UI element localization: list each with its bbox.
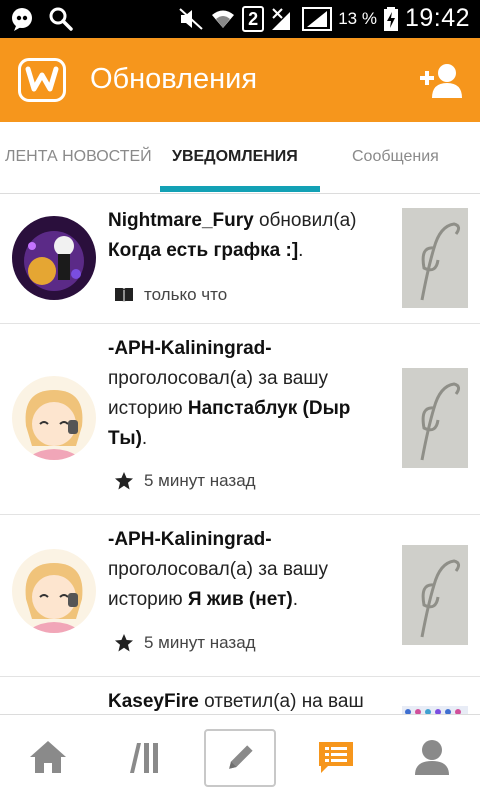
app-bar: Обновления [0, 38, 480, 122]
nav-write[interactable] [204, 729, 276, 787]
story-cover-thumbnail[interactable] [402, 368, 468, 468]
avatar[interactable] [12, 549, 96, 633]
signal-icon [302, 6, 333, 31]
clock: 19:42 [404, 4, 470, 32]
username-link[interactable]: -APH-Kaliningrad- [108, 338, 272, 359]
notification-text: -APH-Kaliningrad- проголосовал(а) за ваш… [108, 338, 351, 449]
story-cover-thumbnail[interactable] [402, 208, 468, 308]
notification-meta: 5 минут назад [114, 633, 256, 653]
nav-home[interactable] [20, 729, 76, 785]
sim-badge: 2 [242, 5, 265, 32]
bottom-nav [0, 714, 480, 800]
nav-library[interactable] [116, 729, 172, 785]
avatar[interactable] [12, 216, 96, 300]
active-tab-indicator [160, 186, 320, 192]
tab-notifications[interactable]: УВЕДОМЛЕНИЯ [172, 148, 298, 166]
username-link[interactable]: -APH-Kaliningrad- [108, 529, 272, 550]
star-icon [115, 472, 133, 490]
tab-news-feed[interactable]: ЛЕНТА НОВОСТЕЙ [5, 148, 152, 166]
timestamp: 5 минут назад [144, 633, 256, 652]
username-link[interactable]: Nightmare_Fury [108, 210, 254, 231]
star-icon [115, 634, 133, 652]
username-link[interactable]: KaseyFire [108, 691, 199, 712]
timestamp: 5 минут назад [144, 471, 256, 490]
notification-meta: только что [114, 285, 227, 305]
story-cover-thumbnail[interactable] [402, 545, 468, 645]
book-icon [115, 288, 133, 303]
tab-bar: ЛЕНТА НОВОСТЕЙ УВЕДОМЛЕНИЯ Сообщения [0, 122, 480, 194]
nav-profile[interactable] [404, 729, 460, 785]
chat-bubble-icon [12, 8, 32, 31]
notification-text: KaseyFire ответил(а) на ваш [108, 691, 364, 712]
list-item[interactable]: Nightmare_Fury обновил(а) Когда есть гра… [0, 194, 480, 324]
tab-messages[interactable]: Сообщения [352, 148, 439, 166]
story-link[interactable]: Я жив (нет) [188, 589, 293, 610]
list-item[interactable]: -APH-Kaliningrad- проголосовал(а) за ваш… [0, 515, 480, 677]
wifi-icon [212, 10, 235, 28]
battery-charging-icon [383, 6, 398, 31]
timestamp: только что [144, 285, 228, 304]
home-icon [30, 741, 66, 773]
no-signal-icon [272, 7, 291, 30]
notification-text: Nightmare_Fury обновил(а) Когда есть гра… [108, 210, 357, 261]
list-item[interactable]: KaseyFire ответил(а) на ваш [0, 677, 480, 714]
pencil-icon [229, 745, 253, 769]
notification-text: -APH-Kaliningrad- проголосовал(а) за ваш… [108, 529, 329, 610]
story-link[interactable]: Когда есть графка :] [108, 240, 298, 261]
battery-percent: 13 % [338, 8, 377, 28]
wattpad-logo-icon[interactable] [18, 58, 66, 102]
profile-icon [415, 740, 449, 775]
notification-list[interactable]: Nightmare_Fury обновил(а) Когда есть гра… [0, 194, 480, 714]
list-item[interactable]: -APH-Kaliningrad- проголосовал(а) за ваш… [0, 324, 480, 515]
library-icon [130, 743, 158, 773]
page-title: Обновления [90, 63, 258, 95]
search-icon [49, 7, 73, 31]
mute-icon [179, 7, 203, 30]
avatar[interactable] [12, 376, 96, 460]
add-user-icon[interactable] [418, 62, 462, 98]
nav-notifications[interactable] [308, 729, 364, 785]
notification-meta: 5 минут назад [114, 471, 256, 491]
status-bar: 2 13 % 19:42 [0, 0, 480, 38]
story-cover-thumbnail[interactable] [402, 705, 468, 714]
notifications-icon [319, 742, 353, 773]
